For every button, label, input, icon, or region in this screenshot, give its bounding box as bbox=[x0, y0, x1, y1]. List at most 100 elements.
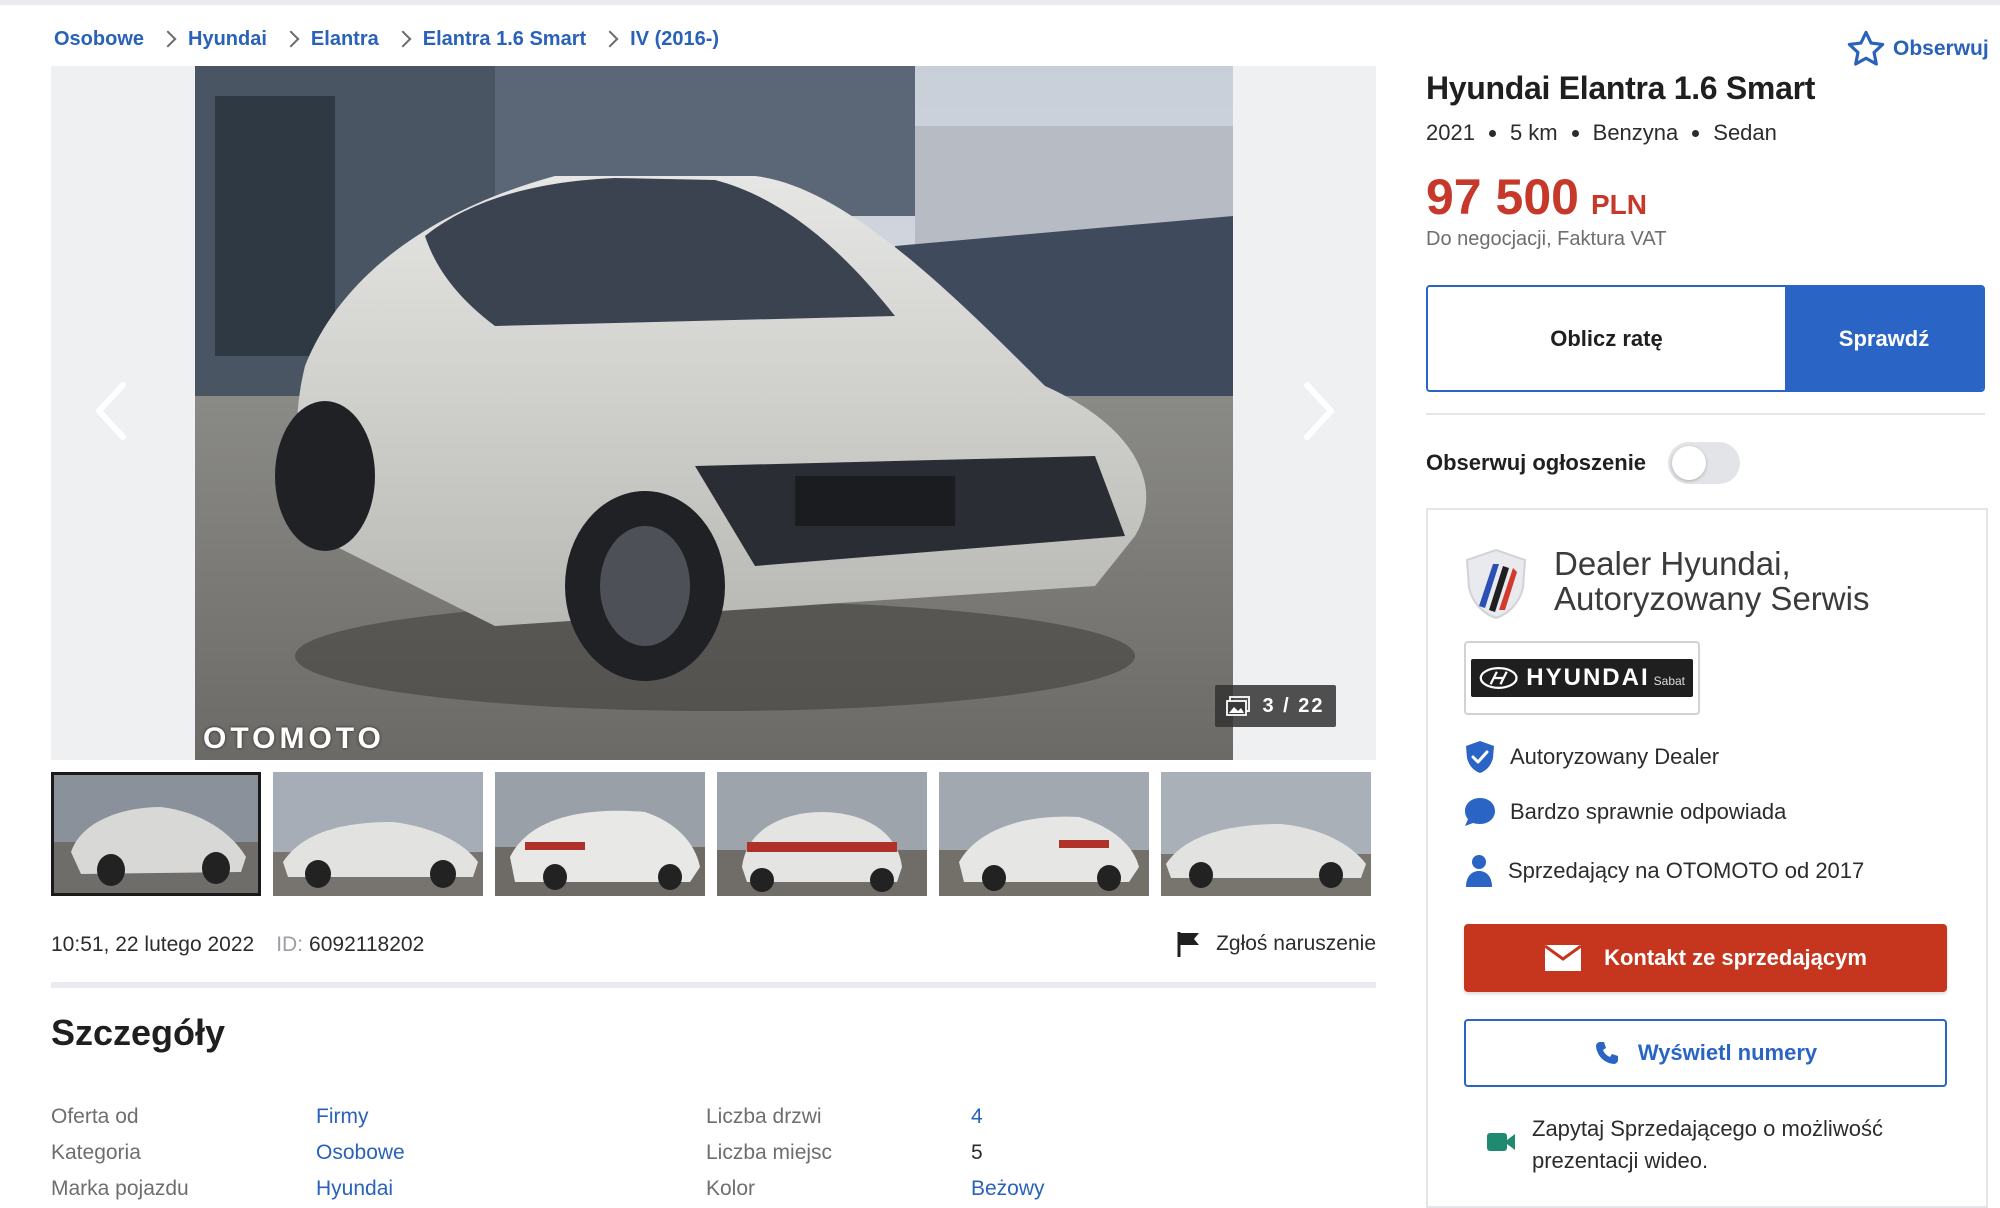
thumbnail-5[interactable] bbox=[939, 772, 1149, 896]
show-numbers-label: Wyświetl numery bbox=[1637, 1040, 1818, 1065]
thumbnail-2[interactable] bbox=[273, 772, 483, 896]
thumbnail-3[interactable] bbox=[495, 772, 705, 896]
details-label: Kolor bbox=[706, 1177, 756, 1200]
details-label: Marka pojazdu bbox=[51, 1177, 189, 1200]
details-label: Liczba miejsc bbox=[706, 1141, 833, 1164]
installment-calculator: Oblicz ratę Sprawdź bbox=[1426, 285, 1985, 392]
breadcrumb-elantra[interactable]: Elantra bbox=[311, 28, 379, 51]
toggle-knob bbox=[1672, 446, 1707, 480]
breadcrumb-osobowe[interactable]: Osobowe bbox=[54, 28, 144, 51]
feature-response: Bardzo sprawnie odpowiada bbox=[1464, 797, 1786, 827]
listing-title: Hyundai Elantra 1.6 Smart bbox=[1426, 70, 1816, 106]
feature-response-label: Bardzo sprawnie odpowiada bbox=[1510, 799, 1787, 824]
thumbnail-strip bbox=[51, 772, 1376, 898]
breadcrumb: Osobowe Hyundai Elantra Elantra 1.6 Smar… bbox=[54, 26, 719, 52]
chevron-right-icon bbox=[394, 30, 412, 48]
thumbnail-1[interactable] bbox=[51, 772, 261, 896]
brand-name: HYUNDAI bbox=[1526, 664, 1650, 691]
star-icon bbox=[1847, 30, 1885, 66]
details-title: Szczegóły bbox=[51, 1012, 226, 1053]
section-divider bbox=[51, 982, 1376, 988]
price: 97 500 PLN bbox=[1426, 168, 1647, 226]
price-note: Do negocjacji, Faktura VAT bbox=[1426, 228, 1667, 250]
otomoto-watermark: OTOMOTO bbox=[203, 722, 385, 755]
follow-listing-row: Obserwuj ogłoszenie bbox=[1426, 440, 1985, 486]
chevron-left-icon bbox=[96, 382, 126, 440]
follow-listing-label: Obserwuj ogłoszenie bbox=[1426, 450, 1647, 475]
contact-seller-label: Kontakt ze sprzedającym bbox=[1604, 945, 1867, 970]
feature-authorized-label: Autoryzowany Dealer bbox=[1510, 744, 1720, 769]
listing-specs: 2021 5 km Benzyna Sedan bbox=[1426, 120, 1777, 146]
gallery-prev-button[interactable] bbox=[81, 366, 141, 456]
details-row: Kategoria Osobowe Liczba miejsc 5 bbox=[51, 1141, 1376, 1171]
listing-datetime: 10:51, 22 lutego 2022 bbox=[51, 933, 255, 956]
brand-sub: Sabat bbox=[1653, 674, 1685, 688]
chat-bubble-icon bbox=[1465, 798, 1495, 826]
car-photo[interactable] bbox=[195, 66, 1233, 760]
panel-divider bbox=[1426, 413, 1985, 415]
dealer-card: Dealer Hyundai, Autoryzowany Serwis HYUN… bbox=[1426, 508, 1988, 1208]
details-row: Oferta od Firmy Liczba drzwi 4 bbox=[51, 1105, 1376, 1135]
details-value-link[interactable]: Osobowe bbox=[316, 1141, 405, 1165]
listing-id-label: ID: bbox=[276, 933, 304, 956]
details-value-link[interactable]: Firmy bbox=[316, 1105, 368, 1129]
contact-seller-button[interactable]: Kontakt ze sprzedającym bbox=[1464, 924, 1947, 992]
details-row: Marka pojazdu Hyundai Kolor Beżowy bbox=[51, 1177, 1376, 1207]
details-label: Oferta od bbox=[51, 1105, 139, 1128]
follow-listing-toggle[interactable] bbox=[1668, 442, 1741, 484]
user-icon bbox=[1466, 855, 1492, 887]
check-button[interactable]: Sprawdź bbox=[1785, 287, 1983, 390]
details-value-link[interactable]: Beżowy bbox=[971, 1177, 1045, 1201]
feature-authorized: Autoryzowany Dealer bbox=[1464, 740, 1719, 774]
gallery-next-button[interactable] bbox=[1289, 366, 1349, 456]
bullet-separator bbox=[1488, 129, 1496, 137]
gallery-icon bbox=[1226, 696, 1251, 716]
chevron-right-icon bbox=[1304, 382, 1334, 440]
report-label: Zgłoś naruszenie bbox=[1216, 932, 1376, 955]
dealer-shield-logo bbox=[1463, 548, 1529, 625]
feature-since-label: Sprzedający na OTOMOTO od 2017 bbox=[1508, 858, 1865, 883]
thumbnail-6[interactable] bbox=[1161, 772, 1371, 896]
calculate-installment-button[interactable]: Oblicz ratę bbox=[1428, 287, 1785, 390]
video-camera-icon bbox=[1487, 1133, 1515, 1151]
top-border bbox=[0, 0, 2000, 5]
chevron-right-icon bbox=[601, 30, 619, 48]
breadcrumb-generation[interactable]: IV (2016-) bbox=[630, 28, 719, 51]
feature-since: Sprzedający na OTOMOTO od 2017 bbox=[1464, 854, 1864, 888]
price-amount: 97 500 bbox=[1426, 169, 1579, 225]
photo-gallery: 3 / 22 OTOMOTO bbox=[51, 66, 1376, 760]
hyundai-emblem-icon bbox=[1479, 667, 1518, 689]
bullet-separator bbox=[1692, 129, 1700, 137]
listing-id-value: 6092118202 bbox=[309, 933, 425, 956]
dealer-name[interactable]: Dealer Hyundai, Autoryzowany Serwis bbox=[1554, 546, 1954, 616]
chevron-right-icon bbox=[159, 30, 177, 48]
breadcrumb-hyundai[interactable]: Hyundai bbox=[188, 28, 267, 51]
report-button[interactable]: Zgłoś naruszenie bbox=[1176, 930, 1376, 958]
phone-icon bbox=[1595, 1042, 1618, 1064]
bullet-separator bbox=[1571, 129, 1579, 137]
photo-counter-text: 3 / 22 bbox=[1262, 694, 1325, 717]
price-currency: PLN bbox=[1590, 189, 1647, 220]
details-value-link[interactable]: 4 bbox=[971, 1105, 983, 1129]
spec-body: Sedan bbox=[1713, 120, 1777, 145]
follow-top-label: Obserwuj bbox=[1893, 37, 1989, 60]
details-label: Liczba drzwi bbox=[706, 1105, 822, 1128]
breadcrumb-elantra-smart[interactable]: Elantra 1.6 Smart bbox=[423, 28, 586, 51]
hyundai-logo: HYUNDAI Sabat bbox=[1471, 659, 1693, 697]
envelope-icon bbox=[1544, 944, 1582, 971]
show-numbers-button[interactable]: Wyświetl numery bbox=[1464, 1019, 1947, 1087]
shield-check-icon bbox=[1466, 741, 1494, 773]
details-value: 5 bbox=[971, 1141, 983, 1164]
follow-top-button[interactable]: Obserwuj bbox=[1845, 28, 1989, 70]
dealer-brand-logo: HYUNDAI Sabat bbox=[1464, 641, 1700, 715]
spec-mileage: 5 km bbox=[1509, 120, 1558, 145]
details-value-link[interactable]: Hyundai bbox=[316, 1177, 393, 1201]
thumbnail-4[interactable] bbox=[717, 772, 927, 896]
details-label: Kategoria bbox=[51, 1141, 141, 1164]
spec-fuel: Benzyna bbox=[1592, 120, 1679, 145]
chevron-right-icon bbox=[282, 30, 300, 48]
video-request[interactable]: Zapytaj Sprzedającego o możliwość prezen… bbox=[1486, 1113, 1926, 1177]
photo-counter: 3 / 22 bbox=[1215, 685, 1336, 727]
flag-icon bbox=[1177, 932, 1200, 957]
video-request-text: Zapytaj Sprzedającego o możliwość prezen… bbox=[1532, 1116, 1883, 1173]
